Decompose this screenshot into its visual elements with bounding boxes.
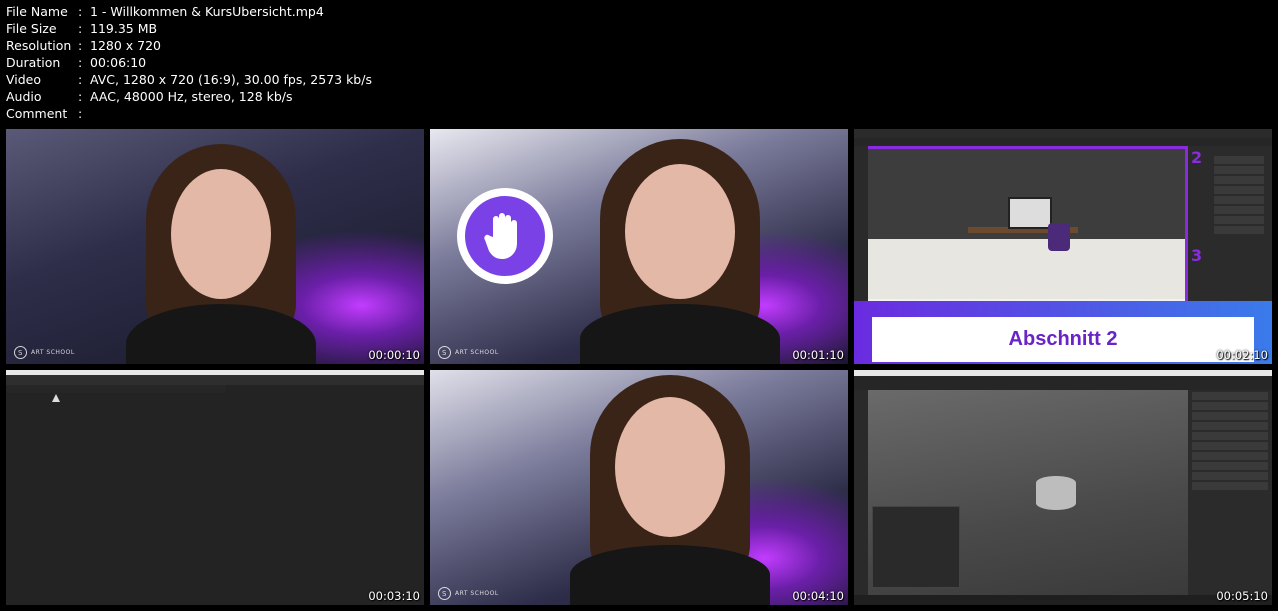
watermark: S ART SCHOOL: [438, 587, 499, 600]
banner-title: Abschnitt 2: [1008, 328, 1118, 350]
info-label: Video: [6, 72, 42, 87]
blender-outliner: [1188, 390, 1272, 605]
monitor: [1008, 197, 1052, 229]
timestamp: 00:03:10: [368, 589, 420, 603]
info-row-video: Video : AVC, 1280 x 720 (16:9), 30.00 fp…: [6, 71, 372, 88]
info-value: 00:06:10: [90, 55, 147, 70]
timestamp: 00:02:10: [1216, 348, 1268, 362]
section-banner: Abschnitt 2: [872, 317, 1254, 362]
file-info-panel: File Name : 1 - Willkommen & KursUbersic…: [6, 3, 372, 122]
info-separator: :: [78, 38, 83, 53]
section-marker-3: 3: [1191, 246, 1203, 265]
timestamp: 00:01:10: [792, 348, 844, 362]
blender-viewport: [868, 390, 1188, 595]
info-value: AVC, 1280 x 720 (16:9), 30.00 fps, 2573 …: [90, 72, 372, 87]
presenter-figure: [570, 375, 770, 605]
info-separator: :: [78, 4, 83, 19]
info-separator: :: [78, 72, 83, 87]
info-value: AAC, 48000 Hz, stereo, 128 kb/s: [90, 89, 293, 104]
watermark-text: ART SCHOOL: [31, 349, 75, 356]
watermark: S ART SCHOOL: [438, 346, 499, 359]
thumbnail-5[interactable]: S ART SCHOOL 00:04:10: [430, 370, 848, 605]
operator-panel: [872, 506, 960, 588]
info-row-file-size: File Size : 119.35 MB: [6, 20, 372, 37]
info-label: Comment: [6, 106, 68, 121]
timestamp: 00:05:10: [1216, 589, 1268, 603]
blender-menubar: [854, 376, 1272, 390]
timestamp: 00:00:10: [368, 348, 420, 362]
blender-toolbar: [854, 390, 868, 605]
info-row-comment: Comment :: [6, 105, 372, 122]
info-separator: :: [78, 21, 83, 36]
info-separator: :: [78, 106, 83, 121]
info-label: File Name: [6, 4, 68, 19]
info-label: Resolution: [6, 38, 72, 53]
thumbnail-3[interactable]: 2 3 Abschnitt 2 00:02:10: [854, 129, 1272, 364]
info-row-duration: Duration : 00:06:10: [6, 54, 372, 71]
presenter-figure: [580, 139, 780, 364]
presenter-figure: [126, 144, 316, 364]
info-separator: :: [78, 89, 83, 104]
info-label: File Size: [6, 21, 57, 36]
thumbnail-1[interactable]: S ART SCHOOL 00:00:10: [6, 129, 424, 364]
info-row-audio: Audio : AAC, 48000 Hz, stereo, 128 kb/s: [6, 88, 372, 105]
watermark-logo: S: [438, 346, 451, 359]
watermark: S ART SCHOOL: [14, 346, 75, 359]
info-value: 119.35 MB: [90, 21, 158, 36]
hand-stop-icon: [457, 188, 553, 284]
render-status-bar: [6, 385, 226, 393]
timestamp: 00:04:10: [792, 589, 844, 603]
info-value: 1 - Willkommen & KursUbersicht.mp4: [90, 4, 324, 19]
info-separator: :: [78, 55, 83, 70]
mouse-cursor-icon: [52, 394, 60, 402]
info-label: Duration: [6, 55, 61, 70]
watermark-text: ART SCHOOL: [455, 590, 499, 597]
info-label: Audio: [6, 89, 42, 104]
watermark-logo: S: [438, 587, 451, 600]
info-value: 1280 x 720: [90, 38, 162, 53]
thumbnail-6[interactable]: 00:05:10: [854, 370, 1272, 605]
info-row-file-name: File Name : 1 - Willkommen & KursUbersic…: [6, 3, 372, 20]
cylinder-object: [1036, 476, 1076, 510]
watermark-text: ART SCHOOL: [455, 349, 499, 356]
blender-menubar: [6, 375, 424, 385]
chair: [1048, 223, 1070, 251]
thumbnail-2[interactable]: S ART SCHOOL 00:01:10: [430, 129, 848, 364]
watermark-logo: S: [14, 346, 27, 359]
blender-timeline: [854, 595, 1272, 605]
thumbnail-4[interactable]: 00:03:10: [6, 370, 424, 605]
section-marker-2: 2: [1191, 148, 1203, 167]
blender-viewport: [868, 149, 1186, 299]
info-row-resolution: Resolution : 1280 x 720: [6, 37, 372, 54]
